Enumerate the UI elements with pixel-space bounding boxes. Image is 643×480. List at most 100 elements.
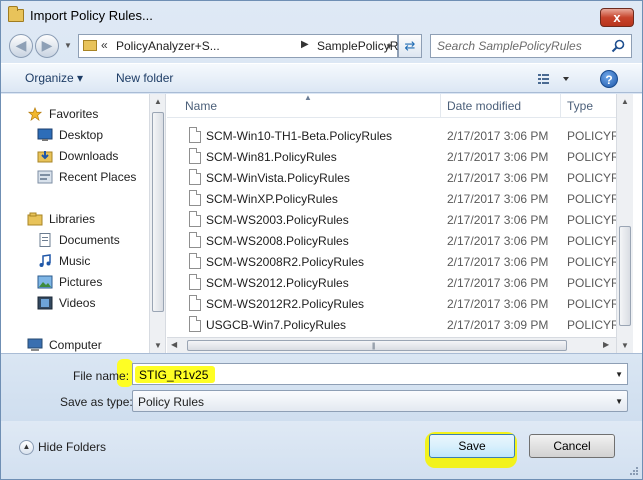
back-arrow-icon: ◀ [15,37,27,53]
scroll-thumb[interactable]: ||| [187,340,567,351]
filename-label: File name: [73,369,130,383]
scroll-down-icon[interactable]: ▼ [621,341,629,350]
breadcrumb-segment[interactable]: PolicyAnalyzer+S... [116,39,220,53]
file-date: 2/17/2017 3:06 PM [447,192,549,206]
chevron-down-icon[interactable]: ▼ [615,397,623,406]
new-folder-button[interactable]: New folder [116,71,173,85]
column-name[interactable]: Name [185,99,217,113]
scroll-left-icon[interactable]: ◀ [171,340,177,349]
folder-icon [8,6,24,22]
file-type: POLICYRU [567,318,616,332]
file-date: 2/17/2017 3:06 PM [447,213,549,227]
column-divider[interactable] [560,94,561,118]
file-name: SCM-WS2012R2.PolicyRules [206,297,365,311]
file-name: SCM-WS2003.PolicyRules [206,213,349,227]
file-icon [189,169,201,185]
savetype-dropdown[interactable]: Policy Rules ▼ [132,390,628,412]
file-icon [189,232,201,248]
music-icon [39,254,51,267]
file-row[interactable]: SCM-Win81.PolicyRules 2/17/2017 3:06 PM PO… [167,146,616,167]
save-form: File name: ▼ Save as type: Policy Rules … [1,353,642,421]
folder-icon [83,40,97,51]
scroll-right-icon[interactable]: ▶ [603,340,609,349]
hide-folders-button[interactable]: ▲ Hide Folders [19,440,107,456]
file-list-scrollbar[interactable]: ▲ ▼ [616,94,633,353]
file-name: SCM-WS2008.PolicyRules [206,234,349,248]
chevron-down-icon[interactable]: ▼ [615,370,623,379]
scroll-thumb[interactable] [619,226,631,326]
file-date: 2/17/2017 3:06 PM [447,234,549,248]
scroll-thumb[interactable] [152,112,164,312]
search-icon[interactable] [611,39,625,53]
forward-button[interactable]: ▶ [35,34,59,58]
file-row[interactable]: SCM-Win10-TH1-Beta.PolicyRules 2/17/2017 … [167,125,616,146]
navigation-row: ◀ ▶ ▼ « PolicyAnalyzer+S... ▶ SamplePoli… [1,31,642,61]
file-icon [189,253,201,269]
file-row[interactable]: SCM-WinXP.PolicyRules 2/17/2017 3:06 PM PO… [167,188,616,209]
address-overflow-button[interactable]: « [101,38,108,52]
column-date-modified[interactable]: Date modified [447,99,521,113]
hide-folders-label: Hide Folders [38,440,107,454]
file-name: SCM-WS2012.PolicyRules [206,276,349,290]
file-row[interactable]: SCM-WinVista.PolicyRules 2/17/2017 3:06 P… [167,167,616,188]
chevron-down-icon[interactable]: ▼ [385,42,393,51]
close-button[interactable]: x [600,8,634,27]
file-date: 2/17/2017 3:06 PM [447,276,549,290]
file-type: POLICYRU [567,234,616,248]
address-bar[interactable]: « PolicyAnalyzer+S... ▶ SamplePolicyRule… [78,34,420,58]
cancel-button[interactable]: Cancel [529,434,615,458]
scroll-up-icon[interactable]: ▲ [621,97,629,106]
save-button[interactable]: Save [429,434,515,458]
libraries-icon [27,212,43,226]
file-row[interactable]: SCM-WS2008.PolicyRules 2/17/2017 3:06 PM P… [167,230,616,251]
savetype-label: Save as type: [60,395,133,409]
command-bar: Organize ▾ New folder ? [1,63,642,93]
file-name: SCM-WS2008R2.PolicyRules [206,255,365,269]
organize-menu[interactable]: Organize ▾ [25,71,83,85]
file-name: USGCB-Win7.PolicyRules [206,318,347,332]
recent-locations-dropdown-icon[interactable]: ▼ [64,41,72,50]
file-name: SCM-Win10-TH1-Beta.PolicyRules [206,129,393,143]
file-row[interactable]: SCM-WS2003.PolicyRules 2/17/2017 3:06 PM P… [167,209,616,230]
file-icon [189,274,201,290]
filename-field[interactable] [139,367,599,383]
computer-icon [27,338,43,351]
horizontal-scrollbar[interactable]: ◀ ||| ▶ [167,337,616,353]
file-icon [189,295,201,311]
back-button[interactable]: ◀ [9,34,33,58]
title-bar[interactable]: Import Policy Rules... x [1,1,642,31]
forward-arrow-icon: ▶ [41,37,53,53]
window-title: Import Policy Rules... [30,8,153,23]
search-box[interactable] [430,34,632,58]
help-button[interactable]: ? [600,70,618,88]
file-date: 2/17/2017 3:09 PM [447,318,549,332]
filename-combobox[interactable]: ▼ [132,363,628,385]
scroll-up-icon[interactable]: ▲ [154,97,162,106]
breadcrumb-separator-icon[interactable]: ▶ [301,39,309,50]
file-row[interactable]: SCM-WS2012.PolicyRules 2/17/2017 3:06 PM P… [167,272,616,293]
browser-area: Favorites Desktop Downloads Recent Place… [1,94,642,353]
file-icon [189,127,201,143]
file-date: 2/17/2017 3:06 PM [447,150,549,164]
file-list: ▲ Name Date modified Type SCM-Win10-TH1-… [167,94,616,353]
navigation-pane-scrollbar[interactable]: ▲ ▼ [149,94,166,353]
file-date: 2/17/2017 3:06 PM [447,255,549,269]
column-type[interactable]: Type [567,99,593,113]
file-icon [189,190,201,206]
file-type: POLICYRU [567,255,616,269]
file-name: SCM-WinVista.PolicyRules [206,171,350,185]
file-row[interactable]: SCM-WS2012R2.PolicyRules 2/17/2017 3:06 P… [167,293,616,314]
resize-grip-icon[interactable] [629,466,639,476]
scroll-down-icon[interactable]: ▼ [154,341,162,350]
search-input[interactable] [437,38,607,54]
file-row[interactable]: USGCB-Win7.PolicyRules 2/17/2017 3:09 PM P… [167,314,616,335]
sort-ascending-icon: ▲ [304,94,312,102]
view-options-icon[interactable] [537,72,571,86]
file-icon [189,211,201,227]
chevron-up-icon: ▲ [19,440,34,456]
column-divider[interactable] [440,94,441,118]
pictures-icon [37,275,53,289]
refresh-button[interactable]: ⇄ [398,34,422,58]
file-row[interactable]: SCM-WS2008R2.PolicyRules 2/17/2017 3:06 P… [167,251,616,272]
file-type: POLICYRU [567,192,616,206]
